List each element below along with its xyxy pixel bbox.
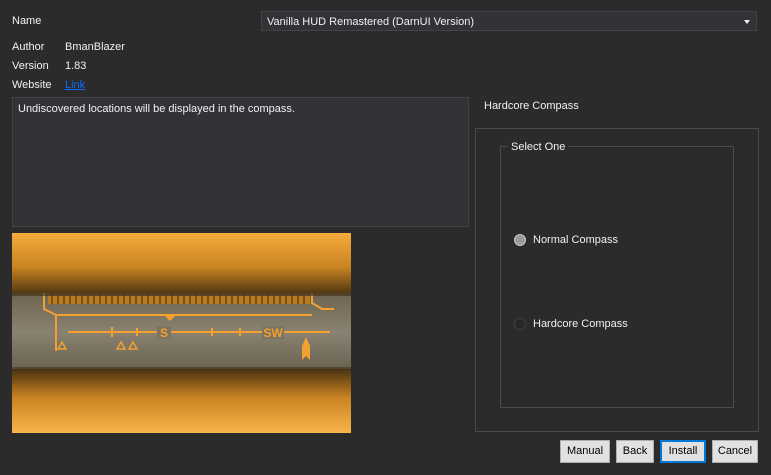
radio-hardcore-compass-label[interactable]: Hardcore Compass	[533, 318, 628, 330]
website-label: Website	[12, 79, 52, 91]
name-dropdown-value: Vanilla HUD Remastered (DarnUI Version)	[267, 16, 475, 28]
author-label: Author	[12, 41, 45, 53]
version-value: 1.83	[65, 60, 87, 72]
author-value: BmanBlazer	[65, 41, 125, 53]
install-button[interactable]: Install	[660, 440, 706, 463]
compass-preview-svg: S SW	[12, 233, 351, 433]
cancel-button[interactable]: Cancel	[712, 440, 758, 463]
compass-s-label: S	[160, 326, 168, 340]
subgroup-title: Select One	[508, 141, 569, 153]
radio-normal-compass-label[interactable]: Normal Compass	[533, 234, 618, 246]
compass-sw-label: SW	[263, 326, 283, 340]
website-link[interactable]: Link	[65, 79, 85, 91]
compass-preview-image: S SW	[12, 233, 351, 433]
back-button[interactable]: Back	[616, 440, 654, 463]
name-label: Name	[12, 15, 42, 27]
group-title: Hardcore Compass	[484, 100, 579, 112]
description-text: Undiscovered locations will be displayed…	[18, 103, 295, 115]
name-dropdown[interactable]: Vanilla HUD Remastered (DarnUI Version)	[261, 11, 757, 31]
version-label: Version	[12, 60, 49, 72]
radio-normal-compass[interactable]	[514, 234, 526, 246]
select-one-group	[500, 146, 734, 408]
chevron-down-icon[interactable]	[744, 20, 750, 24]
description-box[interactable]: Undiscovered locations will be displayed…	[12, 97, 469, 227]
manual-button[interactable]: Manual	[560, 440, 610, 463]
radio-hardcore-compass[interactable]	[514, 318, 526, 330]
